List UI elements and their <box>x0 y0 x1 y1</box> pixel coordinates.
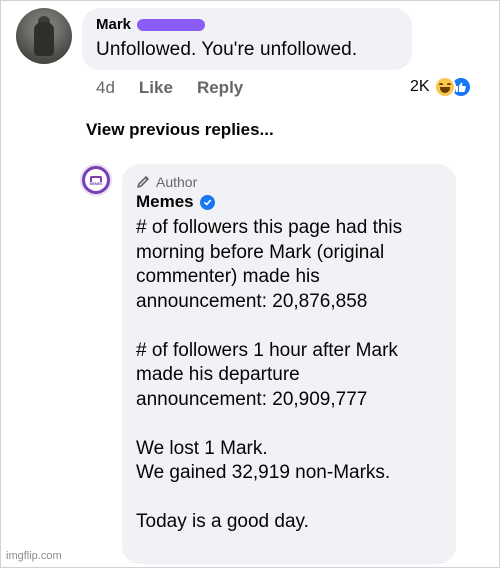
verified-badge-icon <box>199 194 215 210</box>
redaction-bar <box>137 18 206 31</box>
comment-author-row: Memes <box>136 192 442 212</box>
memes-logo: MEMES <box>85 169 107 191</box>
comment-line: # of followers this page had this <box>136 217 403 238</box>
comment-author-name[interactable]: Mark <box>96 16 131 33</box>
like-button[interactable]: Like <box>139 78 173 98</box>
comment-author-name[interactable]: Memes <box>136 192 194 212</box>
comment-line: Today is a good day. <box>136 511 309 532</box>
comment-author-row: Mark <box>96 16 398 33</box>
imgflip-watermark: imgflip.com <box>6 550 62 562</box>
comment-line: We lost 1 Mark. <box>136 437 268 459</box>
comment-actions: 4d Like Reply <box>96 78 243 98</box>
avatar-mark[interactable] <box>16 8 72 64</box>
comment-bubble-memes: Author Memes # of followers this page ha… <box>122 164 456 564</box>
reaction-count: 2K <box>410 78 430 95</box>
comment-line: announcement: 20,876,858 <box>136 290 368 312</box>
reaction-summary[interactable]: 2K <box>410 76 472 98</box>
comment-line: # of followers 1 hour after Mark <box>136 339 398 361</box>
comment-line: We gained 32,919 non-Marks. <box>136 462 391 483</box>
pen-icon <box>137 176 149 188</box>
author-badge: Author <box>136 174 442 190</box>
comment-timestamp[interactable]: 4d <box>96 78 115 98</box>
avatar-memes[interactable]: MEMES <box>80 164 112 196</box>
reaction-icons <box>433 76 472 98</box>
comment-line: announcement: 20,909,777 <box>136 388 368 410</box>
reply-button[interactable]: Reply <box>197 78 243 98</box>
comment-line: morning before Mark (original <box>136 241 385 263</box>
avatar-figure-body <box>34 22 54 56</box>
comment-bubble-mark: Mark Unfollowed. You're unfollowed. <box>82 8 412 70</box>
comment-line: commenter) made his <box>136 266 320 287</box>
view-previous-replies-link[interactable]: View previous replies... <box>86 120 274 140</box>
haha-icon <box>433 76 456 98</box>
comment-line: made his departure <box>136 364 300 385</box>
author-badge-label: Author <box>156 174 198 190</box>
comment-text: # of followers this page had this mornin… <box>136 216 442 535</box>
comment-text: Unfollowed. You're unfollowed. <box>96 39 358 60</box>
